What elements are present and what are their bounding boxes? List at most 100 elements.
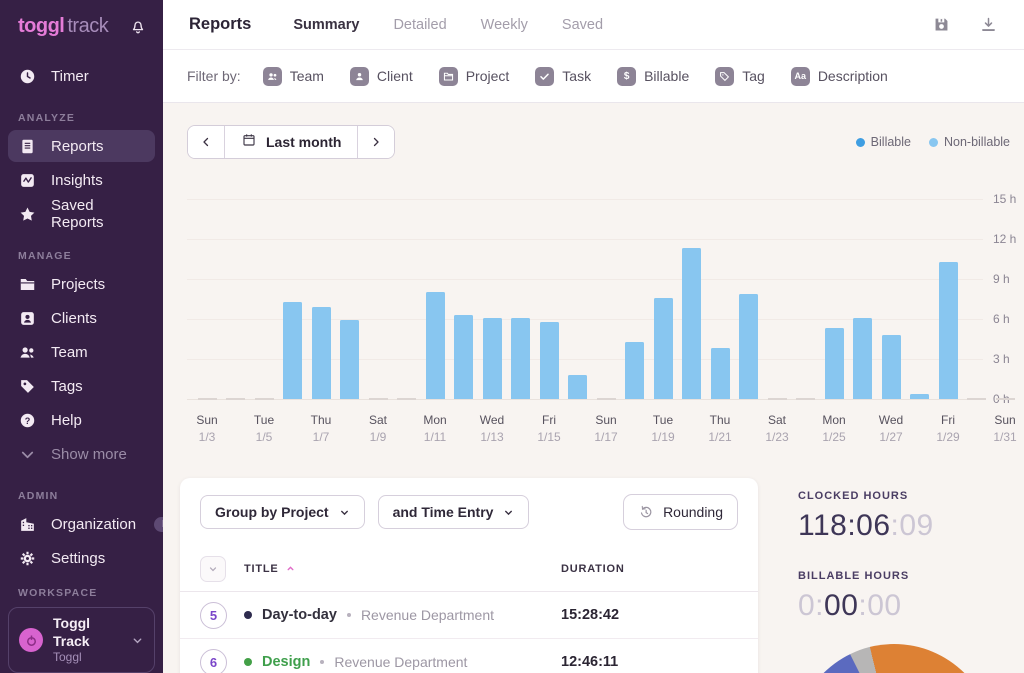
sidebar-item-show-more[interactable]: Show more xyxy=(8,438,155,470)
sidebar-item-help[interactable]: ? Help xyxy=(8,404,155,436)
rounding-button[interactable]: Rounding xyxy=(623,494,738,530)
gridline-9h xyxy=(187,279,983,280)
help-icon: ? xyxy=(18,411,37,430)
chart-bar-1/12 xyxy=(454,315,473,399)
chart-bar-1/8 xyxy=(340,320,359,399)
sidebar-item-settings[interactable]: Settings xyxy=(8,542,155,574)
date-range-button[interactable]: Last month xyxy=(224,126,359,158)
tab-saved[interactable]: Saved xyxy=(562,17,603,33)
check-icon xyxy=(535,66,555,86)
sidebar-item-label: Saved Reports xyxy=(51,197,104,231)
filter-team[interactable]: Team xyxy=(262,66,324,86)
logo-primary: toggl xyxy=(18,15,65,37)
project-color-dot xyxy=(244,658,252,666)
sidebar-item-saved-reports[interactable]: Saved Reports xyxy=(8,197,155,231)
x-axis-label-1/11: Mon 1/11 xyxy=(423,413,446,444)
x-axis-date: 1/31 xyxy=(993,430,1017,444)
clock-icon xyxy=(18,67,37,86)
x-axis-label-1/29: Fri 1/29 xyxy=(936,413,959,444)
tab-weekly[interactable]: Weekly xyxy=(481,17,528,33)
group-by-label: Group by Project xyxy=(215,504,329,520)
gridline-15h xyxy=(187,199,983,200)
select-all-toggle[interactable] xyxy=(200,555,226,582)
previous-period-button[interactable] xyxy=(188,126,224,158)
sidebar-item-tags[interactable]: Tags xyxy=(8,370,155,402)
notifications-bell-icon[interactable] xyxy=(129,18,147,36)
row-main[interactable]: Day-to-day Revenue Department xyxy=(244,607,561,623)
x-axis-label-1/31: Sun 1/31 xyxy=(993,413,1016,444)
duration-column-header[interactable]: DURATION xyxy=(561,563,738,575)
project-name: Day-to-day xyxy=(262,607,337,623)
entry-count-badge[interactable]: 6 xyxy=(200,648,227,673)
download-icon[interactable] xyxy=(979,15,998,34)
x-axis-date: 1/21 xyxy=(708,430,732,444)
sort-ascending-icon xyxy=(287,566,294,571)
workspace-switcher[interactable]: Toggl Track Toggl xyxy=(8,607,155,673)
sidebar-item-reports[interactable]: Reports xyxy=(8,130,155,162)
legend-dot-billable xyxy=(855,137,865,147)
x-axis-label-1/21: Thu 1/21 xyxy=(708,413,731,444)
legend-non-billable: Non-billable xyxy=(928,135,1010,149)
sidebar-item-organization[interactable]: OrganizationBeta xyxy=(8,508,192,540)
next-period-button[interactable] xyxy=(358,126,395,158)
row-main[interactable]: Design Revenue Department xyxy=(244,654,561,670)
billable-hours-block: BILLABLE HOURS 0:00:00 xyxy=(798,570,1020,623)
sidebar-item-timer[interactable]: Timer xyxy=(8,60,155,92)
clocked-hours-label: CLOCKED HOURS xyxy=(798,490,909,502)
x-axis-dow: Tue xyxy=(652,413,674,427)
x-axis-label-1/23: Sat 1/23 xyxy=(765,413,788,444)
chart-zero-1/5 xyxy=(254,398,274,400)
filter-label-description: Description xyxy=(817,68,888,84)
page-title: Reports xyxy=(189,15,252,33)
tag-icon xyxy=(18,377,37,396)
x-axis-date: 1/7 xyxy=(312,430,330,444)
save-report-icon[interactable] xyxy=(932,15,951,34)
chart-zero-1/23 xyxy=(767,398,787,400)
chart-zero-1/3 xyxy=(197,398,217,400)
project-distribution-pie-chart xyxy=(794,644,994,673)
sidebar-item-label: Show more xyxy=(51,445,127,463)
filter-task[interactable]: Task xyxy=(535,66,591,86)
filter-client[interactable]: Client xyxy=(349,66,413,86)
chart-bar-1/27 xyxy=(881,335,901,399)
chart-zero-1/31 xyxy=(995,398,1015,400)
x-axis-dow: Sat xyxy=(368,413,388,427)
tab-summary[interactable]: Summary xyxy=(293,17,359,33)
filter-billable[interactable]: $ Billable xyxy=(617,66,689,86)
folder-icon xyxy=(18,275,37,294)
sub-group-select[interactable]: and Time Entry xyxy=(377,495,530,529)
filter-chips: Team Client Project Task $ Billable Tag Aa Descr… xyxy=(262,66,888,86)
group-by-select[interactable]: Group by Project xyxy=(200,495,365,529)
bottom-row: Group by Project and Time Entry Rounding xyxy=(180,478,1024,673)
sidebar-item-label: Tags xyxy=(51,377,83,395)
main-area: Reports Summary Detailed Weekly Saved Filte… xyxy=(163,0,1024,673)
title-column-label: TITLE xyxy=(244,562,279,575)
toggl-logo[interactable]: toggl track xyxy=(18,15,109,38)
x-axis-date: 1/9 xyxy=(369,430,387,444)
sidebar-item-clients[interactable]: Clients xyxy=(8,302,155,334)
chart-bar-1/15 xyxy=(539,321,559,399)
filter-tag[interactable]: Tag xyxy=(715,66,765,86)
gear-icon xyxy=(18,549,37,568)
filter-label-team: Team xyxy=(289,68,324,84)
report-content: Last month BillableNon-billable 0 h3 h6 … xyxy=(163,103,1024,673)
sidebar-nav: Timer ANALYZE Reports Insights Saved Reports… xyxy=(0,58,192,576)
table-row-day-to-day: 5 Day-to-day Revenue Department 15:28:42 xyxy=(180,592,758,639)
filter-project[interactable]: Project xyxy=(438,66,509,86)
workspace-section-label: WORKSPACE xyxy=(18,587,98,599)
workspace-icon xyxy=(19,628,43,652)
y-axis-tick: 15 h xyxy=(993,192,1017,206)
tab-detailed[interactable]: Detailed xyxy=(393,17,446,33)
sidebar-item-insights[interactable]: Insights xyxy=(8,164,155,196)
workspace-name: Toggl Track xyxy=(53,615,91,649)
filter-description[interactable]: Aa Description xyxy=(790,66,888,86)
sidebar-item-team[interactable]: Team xyxy=(8,336,155,368)
title-column-header[interactable]: TITLE xyxy=(244,563,296,575)
x-axis-dow: Tue xyxy=(253,413,275,427)
sidebar-item-projects[interactable]: Projects xyxy=(8,268,155,300)
x-axis-dow: Mon xyxy=(423,413,447,427)
hours-bar-chart: 0 h3 h6 h9 h12 h15 hSun1/3Tue1/5Thu1/7Sa… xyxy=(163,161,1024,449)
table-row-design: 6 Design Revenue Department 12:46:11 xyxy=(180,639,758,673)
entry-count-badge[interactable]: 5 xyxy=(200,601,227,629)
chart-bar-1/18 xyxy=(625,341,644,399)
